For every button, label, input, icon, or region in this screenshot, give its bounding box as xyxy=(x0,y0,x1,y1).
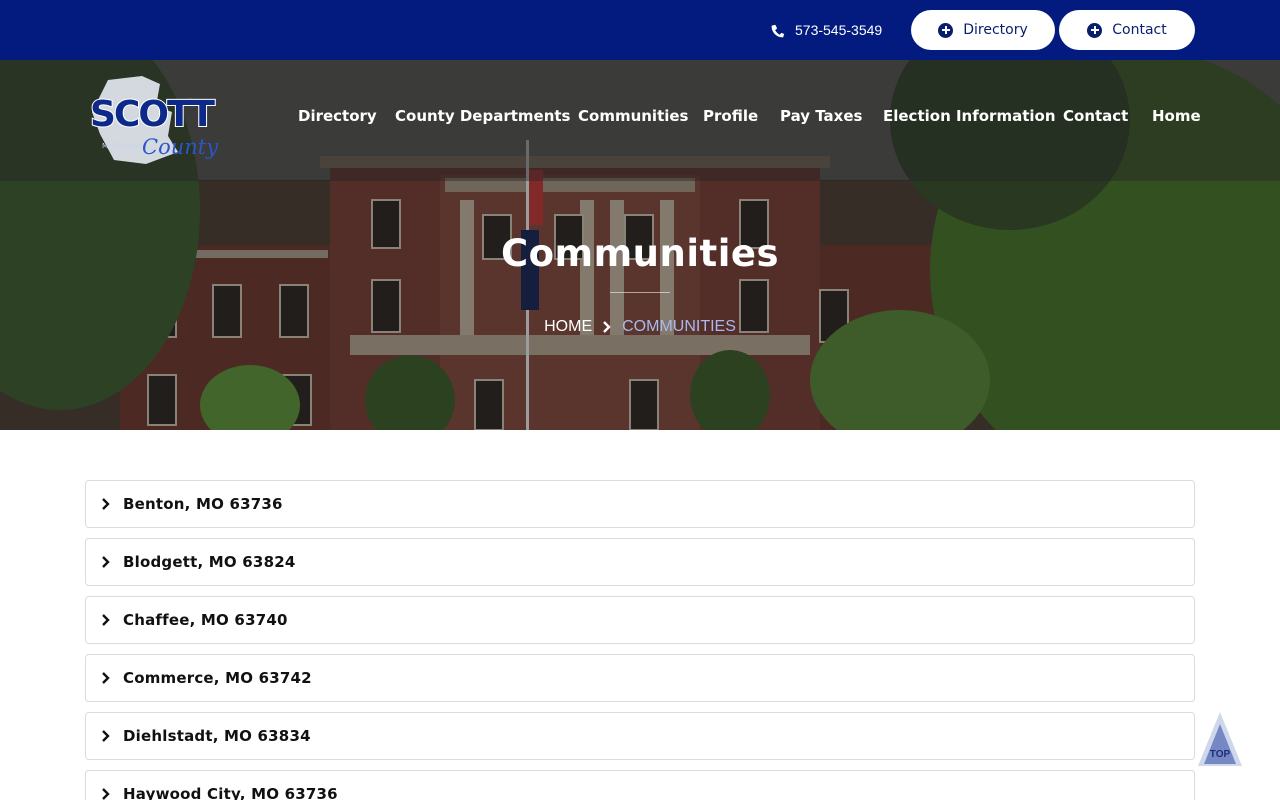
back-to-top-button[interactable]: TOP xyxy=(1196,710,1244,768)
accordion-item-label: Haywood City, MO 63736 xyxy=(123,785,338,800)
accordion-item-label: Diehlstadt, MO 63834 xyxy=(123,727,311,745)
accordion-item[interactable]: Commerce, MO 63742 xyxy=(85,654,1195,702)
nav-directory[interactable]: Directory xyxy=(298,107,377,125)
nav-contact[interactable]: Contact xyxy=(1063,107,1128,125)
contact-button-label: Contact xyxy=(1112,22,1167,38)
accordion-item[interactable]: Diehlstadt, MO 63834 xyxy=(85,712,1195,760)
phone-number: 573-545-3549 xyxy=(795,22,883,38)
directory-button[interactable]: Directory xyxy=(911,10,1055,50)
chevron-right-icon xyxy=(102,788,110,800)
chevron-right-icon xyxy=(102,498,110,510)
breadcrumb-home[interactable]: HOME xyxy=(544,318,592,336)
svg-text:MISSOURI: MISSOURI xyxy=(102,142,141,150)
accordion-item[interactable]: Chaffee, MO 63740 xyxy=(85,596,1195,644)
top-utility-bar: 573-545-3549 Directory Contact xyxy=(0,0,1280,60)
back-to-top-label: TOP xyxy=(1210,749,1231,760)
nav-profile[interactable]: Profile xyxy=(703,107,758,125)
accordion-item-label: Benton, MO 63736 xyxy=(123,495,283,513)
chevron-right-icon xyxy=(603,321,611,333)
contact-button[interactable]: Contact xyxy=(1059,10,1195,50)
svg-text:SCOTT: SCOTT xyxy=(90,94,215,135)
plus-circle-icon xyxy=(1087,22,1103,38)
hero-banner: SCOTT County MISSOURI Directory County D… xyxy=(0,60,1280,430)
page-title: Communities xyxy=(500,232,780,275)
phone-link[interactable]: 573-545-3549 xyxy=(770,20,882,40)
phone-icon xyxy=(771,24,785,37)
nav-pay-taxes[interactable]: Pay Taxes xyxy=(780,107,862,125)
chevron-right-icon xyxy=(102,556,110,568)
directory-button-label: Directory xyxy=(963,22,1028,38)
chevron-right-icon xyxy=(102,730,110,742)
accordion-item-label: Chaffee, MO 63740 xyxy=(123,611,288,629)
chevron-right-icon xyxy=(102,672,110,684)
scott-county-logo[interactable]: SCOTT County MISSOURI xyxy=(86,74,218,166)
nav-home[interactable]: Home xyxy=(1152,107,1201,125)
title-divider xyxy=(610,292,670,293)
accordion-item[interactable]: Benton, MO 63736 xyxy=(85,480,1195,528)
accordion-item[interactable]: Haywood City, MO 63736 xyxy=(85,770,1195,800)
chevron-right-icon xyxy=(102,614,110,626)
breadcrumb: HOME COMMUNITIES xyxy=(0,318,1280,336)
breadcrumb-current: COMMUNITIES xyxy=(622,318,736,335)
nav-election-information[interactable]: Election Information xyxy=(883,107,1056,125)
nav-communities[interactable]: Communities xyxy=(578,107,689,125)
accordion-item-label: Blodgett, MO 63824 xyxy=(123,553,296,571)
accordion-item[interactable]: Blodgett, MO 63824 xyxy=(85,538,1195,586)
accordion-item-label: Commerce, MO 63742 xyxy=(123,669,312,687)
nav-county-departments[interactable]: County Departments xyxy=(395,107,570,125)
svg-text:County: County xyxy=(142,135,218,159)
plus-circle-icon xyxy=(938,22,954,38)
